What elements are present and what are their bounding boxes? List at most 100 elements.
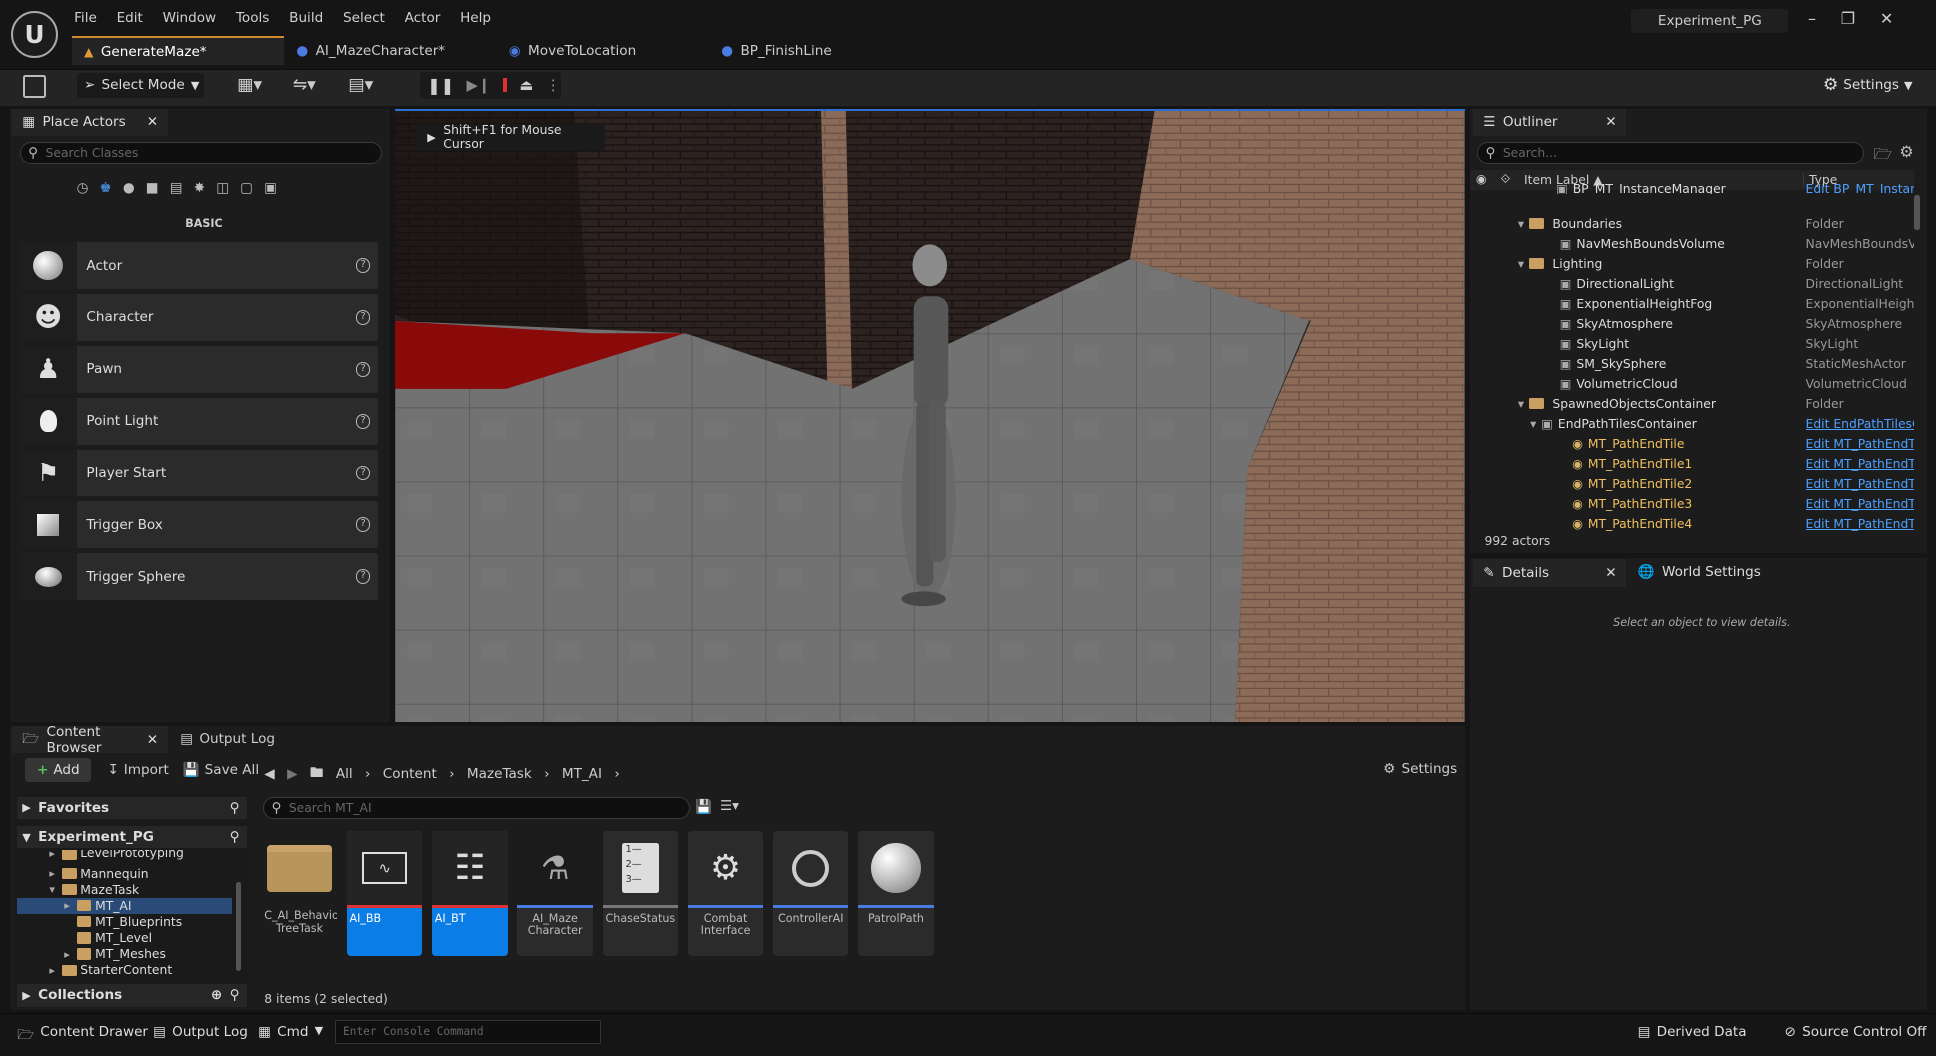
outliner-row[interactable]: ◉ MT_PathEndTile Edit MT_PathEndT	[1470, 434, 1915, 454]
folder-tree-item[interactable]: ▾ MazeTask	[17, 882, 232, 898]
cinematic-icon[interactable]: ▤	[170, 180, 183, 196]
place-actor-character[interactable]: ☻ Character?	[19, 293, 378, 341]
place-actor-pawn[interactable]: ♟ Pawn?	[19, 345, 378, 393]
menu-build[interactable]: Build	[279, 9, 333, 29]
folder-tree-item[interactable]: MT_Blueprints	[17, 914, 232, 930]
asset-ai-bb[interactable]: ∿ AI_BB	[347, 831, 423, 956]
asset-ai-bt[interactable]: ☷ AI_BT	[432, 831, 508, 956]
basic-icon[interactable]: ♚	[100, 180, 112, 196]
back-icon[interactable]: ◀	[264, 766, 274, 782]
breadcrumb-mt-ai[interactable]: MT_AI	[562, 766, 602, 782]
help-icon[interactable]: ?	[355, 361, 371, 377]
restore-icon[interactable]: ❐	[1841, 9, 1855, 28]
close-icon[interactable]: ✕	[1605, 114, 1616, 130]
outliner-search-input[interactable]: ⚲ Search...	[1477, 142, 1864, 165]
outliner-row[interactable]: ▾ SpawnedObjectsContainer Folder	[1470, 394, 1915, 414]
add-content-icon[interactable]: ▦▾	[237, 75, 262, 95]
tab-movetolocation[interactable]: ◉ MoveToLocation	[496, 36, 708, 66]
asset-ai-maze-character[interactable]: ⚗ AI_Maze Character	[517, 831, 593, 956]
outliner-row[interactable]: ▣ SkyAtmosphere SkyAtmosphere	[1470, 314, 1915, 334]
geometry-icon[interactable]: ◫	[216, 180, 229, 196]
outliner-row[interactable]: ▾ ▣ EndPathTilesContainer Edit EndPathTiles…	[1470, 414, 1915, 434]
asset-combat-interface[interactable]: ⚙ Combat Interface	[687, 831, 764, 956]
menu-help[interactable]: Help	[450, 9, 501, 29]
cmd-dropdown[interactable]: ▦ Cmd ▼	[258, 1024, 323, 1040]
chevron-down-icon[interactable]: ▾	[1518, 397, 1524, 411]
add-folder-icon[interactable]: 🗁	[1873, 144, 1891, 169]
search-classes-input[interactable]: ⚲ Search Classes	[19, 142, 382, 165]
chevron-right-icon[interactable]: ▸	[64, 899, 76, 912]
place-actor-player-start[interactable]: ⚑ Player Start?	[19, 449, 378, 497]
chevron-right-icon[interactable]: ▸	[64, 948, 76, 961]
menu-edit[interactable]: Edit	[107, 9, 153, 29]
help-icon[interactable]: ?	[355, 465, 371, 481]
tab-bp-finishline[interactable]: ● BP_FinishLine	[709, 36, 921, 66]
tree-scrollbar[interactable]	[235, 881, 241, 971]
blueprint-menu-icon[interactable]: ⇋▾	[293, 75, 316, 95]
close-icon[interactable]: ✕	[1880, 9, 1893, 28]
chevron-down-icon[interactable]: ▾	[1518, 257, 1524, 271]
tab-generatemaze[interactable]: ▲ GenerateMaze*	[71, 35, 285, 66]
outliner-row[interactable]: ▾ Lighting Folder	[1470, 254, 1915, 274]
place-actor-point-light[interactable]: Point Light?	[19, 397, 378, 445]
outliner-row[interactable]: ▣ SM_SkySphere StaticMeshActor	[1470, 354, 1915, 374]
outliner-row[interactable]: ◉ MT_PathEndTile4 Edit MT_PathEndT	[1470, 514, 1915, 534]
derived-data-button[interactable]: ▤ Derived Data	[1638, 1024, 1747, 1040]
breadcrumb-content[interactable]: Content	[383, 766, 437, 782]
visual-effects-icon[interactable]: ✸	[194, 180, 205, 196]
save-icon[interactable]	[23, 75, 46, 98]
close-icon[interactable]: ✕	[1605, 565, 1616, 581]
asset-search-input[interactable]: ⚲ Search MT_AI	[263, 796, 691, 819]
more-options-icon[interactable]: ⋮	[546, 77, 561, 94]
filter-icon[interactable]: ☰▾	[720, 798, 739, 814]
actor-type[interactable]: Edit MT_PathEndT	[1806, 517, 1915, 531]
actor-type[interactable]: Edit BP_MT_Instan	[1806, 184, 1915, 194]
add-button[interactable]: + Add	[24, 758, 92, 782]
gear-icon[interactable]: ⚙	[1899, 142, 1913, 161]
tab-outliner[interactable]: ☰ Outliner ✕	[1473, 108, 1627, 136]
save-search-icon[interactable]: 💾	[695, 799, 712, 815]
chevron-right-icon[interactable]: ▸	[49, 850, 61, 860]
source-control-button[interactable]: ⊘ Source Control Off	[1785, 1024, 1927, 1040]
place-actor-trigger-sphere[interactable]: Trigger Sphere?	[19, 553, 378, 601]
breadcrumb-mazetask[interactable]: MazeTask	[467, 766, 532, 782]
chevron-right-icon[interactable]: ▸	[49, 964, 61, 977]
forward-icon[interactable]: ▶	[287, 766, 297, 782]
cb-settings-button[interactable]: ⚙ Settings	[1383, 761, 1457, 777]
outliner-scrollbar[interactable]	[1914, 195, 1921, 230]
outliner-row[interactable]: ▾ Boundaries Folder	[1470, 214, 1915, 234]
outliner-row[interactable]: ◉ MT_PathEndTile1 Edit MT_PathEndT	[1470, 454, 1915, 474]
actor-type[interactable]: Edit MT_PathEndT	[1806, 477, 1915, 491]
folder-tree-item[interactable]: ▸ MT_AI	[17, 897, 233, 914]
all-classes-icon[interactable]: ▣	[264, 180, 277, 196]
chevron-right-icon[interactable]: ▸	[49, 867, 61, 880]
asset-patrolpath[interactable]: PatrolPath	[858, 831, 934, 956]
outliner-row[interactable]: ▣ VolumetricCloud VolumetricCloud	[1470, 374, 1915, 394]
actor-type[interactable]: Edit EndPathTilesC	[1806, 417, 1915, 431]
help-icon[interactable]: ?	[355, 258, 371, 273]
level-viewport[interactable]	[395, 108, 1465, 723]
asset-controllerai[interactable]: ControllerAI	[773, 831, 849, 956]
outliner-row[interactable]: ▣ SkyLight SkyLight	[1470, 334, 1915, 354]
add-collection-icon[interactable]: ⊕	[211, 987, 222, 1003]
console-input[interactable]: Enter Console Command	[334, 1020, 602, 1044]
shapes-icon[interactable]: ■	[146, 180, 159, 196]
help-icon[interactable]: ?	[355, 309, 371, 325]
help-icon[interactable]: ?	[355, 517, 371, 533]
asset-chasestatus[interactable]: 1— 2— 3— ChaseStatus	[602, 831, 678, 956]
folder-tree-item[interactable]: MT_Level	[17, 930, 232, 946]
favorites-section[interactable]: ▶ Favorites ⚲	[17, 796, 247, 819]
folder-tree-item[interactable]: ▸ Mannequin	[17, 866, 232, 882]
volumes-icon[interactable]: ▢	[240, 180, 253, 196]
outliner-row[interactable]: ▣ BP_MT_InstanceManager Edit BP_MT_Instan	[1470, 184, 1915, 194]
lights-icon[interactable]: ●	[123, 180, 135, 196]
tab-output-log[interactable]: ▤ Output Log	[180, 731, 275, 747]
tab-world-settings[interactable]: 🌐 World Settings	[1638, 564, 1761, 580]
output-log-button[interactable]: ▤ Output Log	[153, 1024, 248, 1040]
minimize-icon[interactable]: –	[1808, 9, 1816, 28]
menu-actor[interactable]: Actor	[395, 9, 450, 29]
import-button[interactable]: ↧ Import	[107, 762, 168, 778]
tab-content-browser[interactable]: 🗁 Content Browser ✕	[12, 724, 168, 756]
search-icon[interactable]: ⚲	[230, 800, 240, 816]
outliner-row[interactable]: ▣ NavMeshBoundsVolume NavMeshBoundsV	[1470, 234, 1915, 254]
